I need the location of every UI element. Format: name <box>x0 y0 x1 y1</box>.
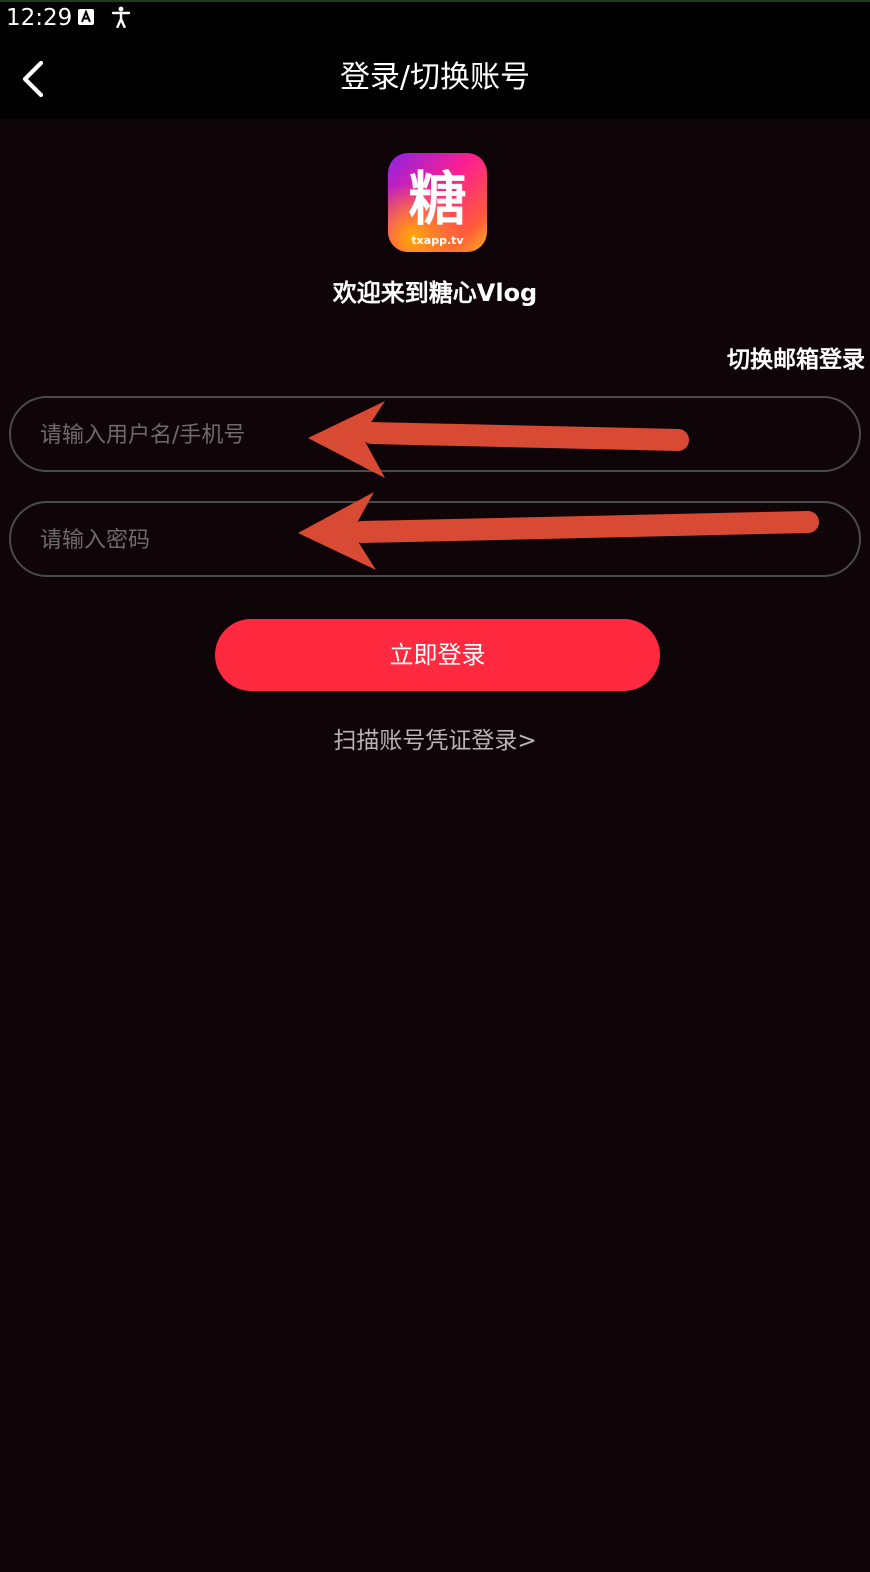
login-button[interactable]: 立即登录 <box>215 619 660 691</box>
status-time: 12:29 <box>6 5 73 31</box>
password-field[interactable] <box>9 501 861 577</box>
welcome-text: 欢迎来到糖心Vlog <box>332 279 538 307</box>
app-logo: 糖 txapp.tv <box>388 153 487 252</box>
username-field[interactable] <box>9 396 861 472</box>
a-notification-icon <box>78 9 94 25</box>
username-input[interactable] <box>38 398 832 472</box>
page-title: 登录/切换账号 <box>339 60 531 95</box>
status-bar-edge <box>0 0 870 2</box>
logo-character: 糖 <box>408 165 466 233</box>
logo-image: 糖 txapp.tv <box>388 153 487 252</box>
switch-email-login-link[interactable]: 切换邮箱登录 <box>727 344 865 376</box>
top-bar: 12:29 登录/切换账号 <box>0 0 870 119</box>
scan-credential-login-link[interactable]: 扫描账号凭证登录> <box>0 724 870 758</box>
accessibility-icon <box>111 6 131 28</box>
login-screen: 12:29 登录/切换账号 糖 txapp.tv 欢迎来到糖心Vlog 切换邮箱… <box>0 0 870 1572</box>
password-input[interactable] <box>38 503 832 577</box>
logo-domain: txapp.tv <box>411 234 464 247</box>
